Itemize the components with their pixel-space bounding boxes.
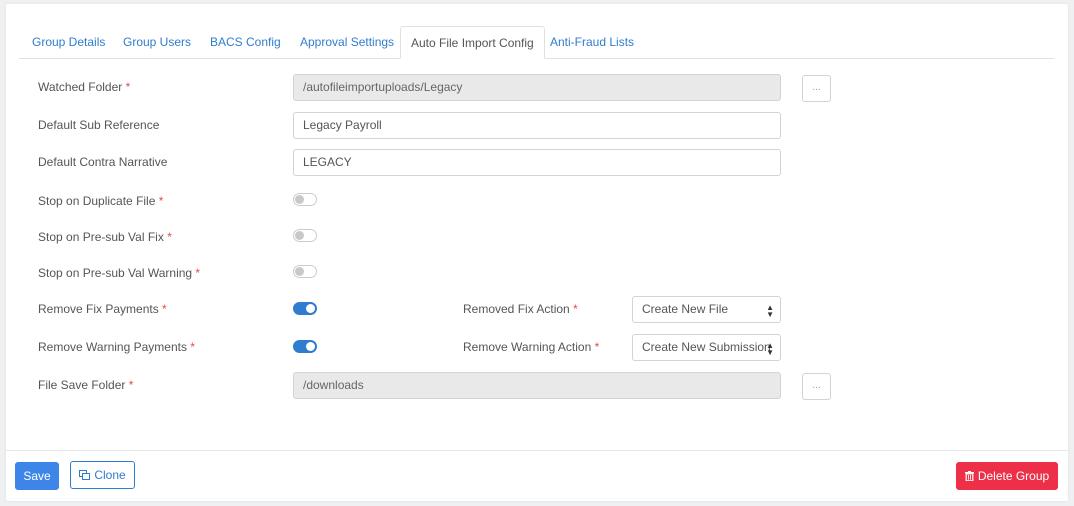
toggle-knob xyxy=(295,231,304,240)
toggle-knob xyxy=(295,267,304,276)
remove-warning-action-label: Remove Warning Action * xyxy=(463,340,599,354)
remove-warning-action-value: Create New Submission xyxy=(642,340,771,354)
watched-folder-browse-button[interactable]: ... xyxy=(802,75,831,102)
removed-fix-action-label: Removed Fix Action * xyxy=(463,302,578,316)
clone-button[interactable]: Clone xyxy=(70,461,135,489)
required-marker: * xyxy=(125,80,131,94)
required-marker: * xyxy=(167,230,172,244)
remove-warning-payments-label-text: Remove Warning Payments xyxy=(38,340,187,354)
stop-on-duplicate-file-label: Stop on Duplicate File * xyxy=(38,194,163,208)
remove-warning-payments-label: Remove Warning Payments * xyxy=(38,340,195,354)
save-button[interactable]: Save xyxy=(15,462,59,490)
file-save-folder-label-text: File Save Folder xyxy=(38,378,126,392)
footer-divider xyxy=(6,450,1068,451)
default-sub-reference-input[interactable]: Legacy Payroll xyxy=(293,112,781,139)
stop-on-presub-val-warning-label: Stop on Pre-sub Val Warning * xyxy=(38,266,200,280)
tab-bar: Group Details Group Users BACS Config Ap… xyxy=(19,26,1054,59)
tab-approval-settings[interactable]: Approval Settings xyxy=(300,26,394,58)
file-save-folder-browse-button[interactable]: ... xyxy=(802,373,831,400)
clone-icon xyxy=(79,470,91,480)
required-marker: * xyxy=(594,340,600,354)
removed-fix-action-select[interactable]: Create New File ▲ ▼ xyxy=(632,296,781,323)
stop-on-duplicate-file-label-text: Stop on Duplicate File xyxy=(38,194,156,208)
required-marker: * xyxy=(128,378,134,392)
remove-warning-action-label-text: Remove Warning Action xyxy=(463,340,592,354)
select-arrows-icon: ▲ ▼ xyxy=(766,303,774,319)
stop-on-presub-val-fix-label-text: Stop on Pre-sub Val Fix xyxy=(38,230,164,244)
clone-button-label: Clone xyxy=(94,468,126,482)
remove-fix-payments-toggle[interactable] xyxy=(293,302,317,315)
removed-fix-action-label-text: Removed Fix Action xyxy=(463,302,570,316)
toggle-knob xyxy=(306,304,315,313)
watched-folder-label-text: Watched Folder xyxy=(38,80,123,94)
default-contra-narrative-input[interactable]: LEGACY xyxy=(293,149,781,176)
tab-bacs-config[interactable]: BACS Config xyxy=(210,26,281,58)
watched-folder-input[interactable]: /autofileimportuploads/Legacy xyxy=(293,74,781,101)
trash-icon xyxy=(964,471,974,481)
remove-warning-action-select[interactable]: Create New Submission ▲ ▼ xyxy=(632,334,781,361)
tab-auto-file-import-config[interactable]: Auto File Import Config xyxy=(400,26,545,59)
delete-group-button[interactable]: Delete Group xyxy=(956,462,1058,490)
stop-on-presub-val-fix-label: Stop on Pre-sub Val Fix * xyxy=(38,230,172,244)
remove-fix-payments-label-text: Remove Fix Payments xyxy=(38,302,159,316)
removed-fix-action-value: Create New File xyxy=(642,302,729,316)
required-marker: * xyxy=(195,266,201,280)
required-marker: * xyxy=(158,194,164,208)
toggle-knob xyxy=(306,342,315,351)
watched-folder-label: Watched Folder * xyxy=(38,80,130,94)
required-marker: * xyxy=(162,302,167,316)
tab-group-users[interactable]: Group Users xyxy=(123,26,191,58)
stop-on-presub-val-fix-toggle[interactable] xyxy=(293,229,317,242)
tab-group-details[interactable]: Group Details xyxy=(32,26,105,58)
remove-warning-payments-toggle[interactable] xyxy=(293,340,317,353)
required-marker: * xyxy=(190,340,195,354)
stop-on-presub-val-warning-label-text: Stop on Pre-sub Val Warning xyxy=(38,266,193,280)
file-save-folder-label: File Save Folder * xyxy=(38,378,133,392)
default-sub-reference-label: Default Sub Reference xyxy=(38,118,160,132)
default-contra-narrative-label: Default Contra Narrative xyxy=(38,155,168,169)
group-settings-card: Group Details Group Users BACS Config Ap… xyxy=(6,4,1068,501)
remove-fix-payments-label: Remove Fix Payments * xyxy=(38,302,167,316)
stop-on-duplicate-file-toggle[interactable] xyxy=(293,193,317,206)
toggle-knob xyxy=(295,195,304,204)
stop-on-presub-val-warning-toggle[interactable] xyxy=(293,265,317,278)
select-arrows-icon: ▲ ▼ xyxy=(766,341,774,357)
file-save-folder-input[interactable]: /downloads xyxy=(293,372,781,399)
tab-anti-fraud-lists[interactable]: Anti-Fraud Lists xyxy=(550,26,634,58)
required-marker: * xyxy=(573,302,578,316)
delete-group-label: Delete Group xyxy=(977,469,1050,483)
